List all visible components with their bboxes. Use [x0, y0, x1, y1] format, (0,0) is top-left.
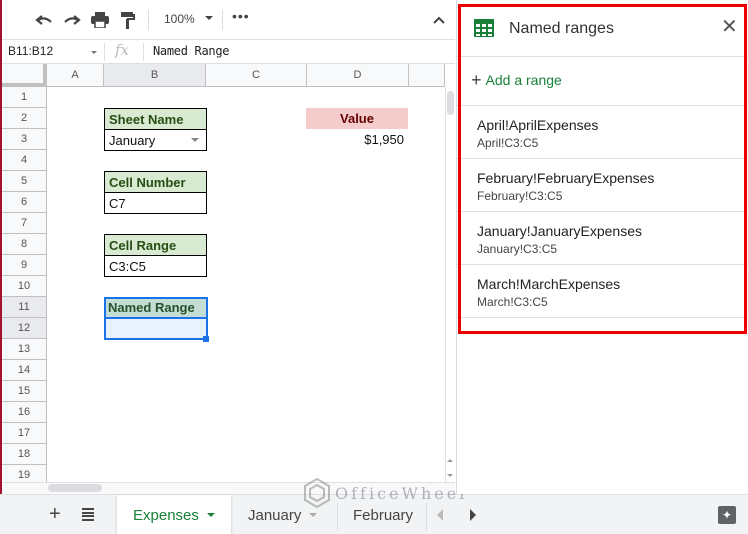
dropdown-caret-icon[interactable] — [191, 138, 199, 142]
named-range-name: February!FebruaryExpenses — [477, 170, 655, 186]
row-header-5[interactable]: 5 — [2, 171, 47, 192]
cell-b2[interactable]: Sheet Name — [104, 108, 207, 130]
scroll-up-icon[interactable] — [447, 459, 453, 462]
row-header-12[interactable]: 12 — [2, 318, 47, 339]
column-header-d[interactable]: D — [307, 64, 409, 87]
row-header-13[interactable]: 13 — [2, 339, 47, 360]
column-header-c[interactable]: C — [206, 64, 307, 87]
sheet-tab-february[interactable]: February — [338, 495, 428, 534]
cell-d3[interactable]: $1,950 — [306, 129, 408, 150]
row-header-14[interactable]: 14 — [2, 360, 47, 381]
row-header-17[interactable]: 17 — [2, 423, 47, 444]
named-range-item[interactable]: January!JanuaryExpenses January!C3:C5 — [457, 212, 748, 265]
toolbar-separator — [148, 10, 149, 30]
explore-icon[interactable]: ✦ — [718, 506, 736, 524]
panel-title: Named ranges — [509, 20, 614, 37]
cell-b6[interactable]: C7 — [104, 192, 207, 214]
named-range-item[interactable]: February!FebruaryExpenses February!C3:C5 — [457, 159, 748, 212]
cell-b3-dropdown[interactable]: January — [104, 129, 207, 151]
row-header-11[interactable]: 11 — [2, 297, 47, 318]
row-header-8[interactable]: 8 — [2, 234, 47, 255]
formula-input[interactable]: Named Range — [153, 44, 229, 58]
row-header-1[interactable]: 1 — [2, 87, 47, 108]
scroll-tabs-left-icon[interactable] — [437, 509, 443, 521]
row-header-6[interactable]: 6 — [2, 192, 47, 213]
sheet-tab-label: January — [248, 506, 302, 524]
row-header-10[interactable]: 10 — [2, 276, 47, 297]
named-range-ref: March!C3:C5 — [477, 295, 548, 309]
scroll-down-icon[interactable] — [447, 474, 453, 477]
named-ranges-panel: Named ranges ✕ + Add a range April!April… — [456, 0, 748, 494]
row-header-9[interactable]: 9 — [2, 255, 47, 276]
column-header-b[interactable]: B — [104, 64, 206, 87]
more-options-button[interactable]: ••• — [232, 8, 250, 24]
cell-d2[interactable]: Value — [306, 108, 408, 129]
row-header-15[interactable]: 15 — [2, 381, 47, 402]
zoom-caret-icon[interactable] — [205, 16, 213, 20]
undo-icon[interactable] — [32, 8, 56, 32]
chevron-up-icon[interactable] — [427, 8, 451, 32]
cell-b3-value: January — [109, 132, 156, 148]
cell-b5[interactable]: Cell Number — [104, 171, 207, 193]
formula-bar: B11:B12 fx Named Range — [2, 40, 455, 64]
sheet-tab-menu-icon[interactable] — [206, 513, 215, 517]
spreadsheet-grid[interactable]: A B C D 1 2 3 4 5 6 7 8 9 10 11 12 13 14 15 16 17 18 19 Sh… — [2, 64, 455, 482]
add-sheet-button[interactable]: + — [49, 503, 61, 526]
add-range-button[interactable]: + Add a range — [471, 71, 562, 89]
row-header-3[interactable]: 3 — [2, 129, 47, 150]
all-sheets-icon[interactable] — [82, 508, 94, 521]
selected-range-active-cell — [104, 297, 208, 319]
row-header-2[interactable]: 2 — [2, 108, 47, 129]
divider — [457, 317, 748, 318]
name-box-caret-icon[interactable] — [91, 51, 97, 54]
select-all-corner[interactable] — [2, 64, 47, 87]
cell-b9[interactable]: C3:C5 — [104, 255, 207, 277]
named-range-name: January!JanuaryExpenses — [477, 223, 642, 239]
fill-handle[interactable] — [203, 336, 209, 342]
row-header-7[interactable]: 7 — [2, 213, 47, 234]
cell-b8[interactable]: Cell Range — [104, 234, 207, 256]
row-header-16[interactable]: 16 — [2, 402, 47, 423]
name-box[interactable]: B11:B12 — [8, 44, 53, 58]
fx-icon: fx — [115, 41, 130, 59]
named-range-ref: April!C3:C5 — [477, 136, 539, 150]
print-icon[interactable] — [88, 8, 112, 32]
sheet-tab-bar: + Expenses January February ✦ — [0, 494, 748, 534]
sheet-tab-expenses[interactable]: Expenses — [117, 495, 231, 534]
column-header-a[interactable]: A — [47, 64, 104, 87]
named-range-item[interactable]: March!MarchExpenses March!C3:C5 — [457, 265, 748, 318]
row-header-19[interactable]: 19 — [2, 465, 47, 482]
sheet-tab-january[interactable]: January — [233, 495, 337, 534]
horizontal-scrollbar-thumb[interactable] — [48, 484, 102, 492]
divider — [143, 43, 144, 61]
named-range-ref: January!C3:C5 — [477, 242, 558, 256]
named-range-item[interactable]: April!AprilExpenses April!C3:C5 — [457, 106, 748, 159]
vertical-scrollbar[interactable] — [445, 87, 455, 482]
sheet-tab-label: Expenses — [133, 506, 199, 524]
toolbar-separator — [222, 10, 223, 30]
panel-header: Named ranges ✕ — [457, 0, 748, 57]
add-range-label: Add a range — [485, 72, 562, 88]
divider — [104, 43, 105, 61]
sheet-tab-menu-icon[interactable] — [309, 513, 318, 517]
tab-separator — [426, 503, 427, 531]
google-sheets-window: 100% ••• B11:B12 fx Named Range A B C D … — [0, 0, 748, 534]
row-header-4[interactable]: 4 — [2, 150, 47, 171]
row-header-18[interactable]: 18 — [2, 444, 47, 465]
named-range-name: April!AprilExpenses — [477, 117, 599, 133]
sheets-table-icon — [474, 19, 494, 37]
sheet-tab-label: February — [353, 506, 414, 524]
plus-icon: + — [471, 70, 482, 90]
close-icon[interactable]: ✕ — [721, 17, 738, 37]
column-header-e[interactable] — [409, 64, 445, 87]
vertical-scrollbar-thumb[interactable] — [447, 91, 454, 115]
redo-icon[interactable] — [60, 8, 84, 32]
zoom-select[interactable]: 100% — [164, 12, 195, 26]
named-range-ref: February!C3:C5 — [477, 189, 563, 203]
named-range-name: March!MarchExpenses — [477, 276, 621, 292]
toolbar: 100% ••• — [2, 0, 455, 40]
paint-format-icon[interactable] — [116, 8, 140, 32]
scroll-tabs-right-icon[interactable] — [470, 509, 476, 521]
